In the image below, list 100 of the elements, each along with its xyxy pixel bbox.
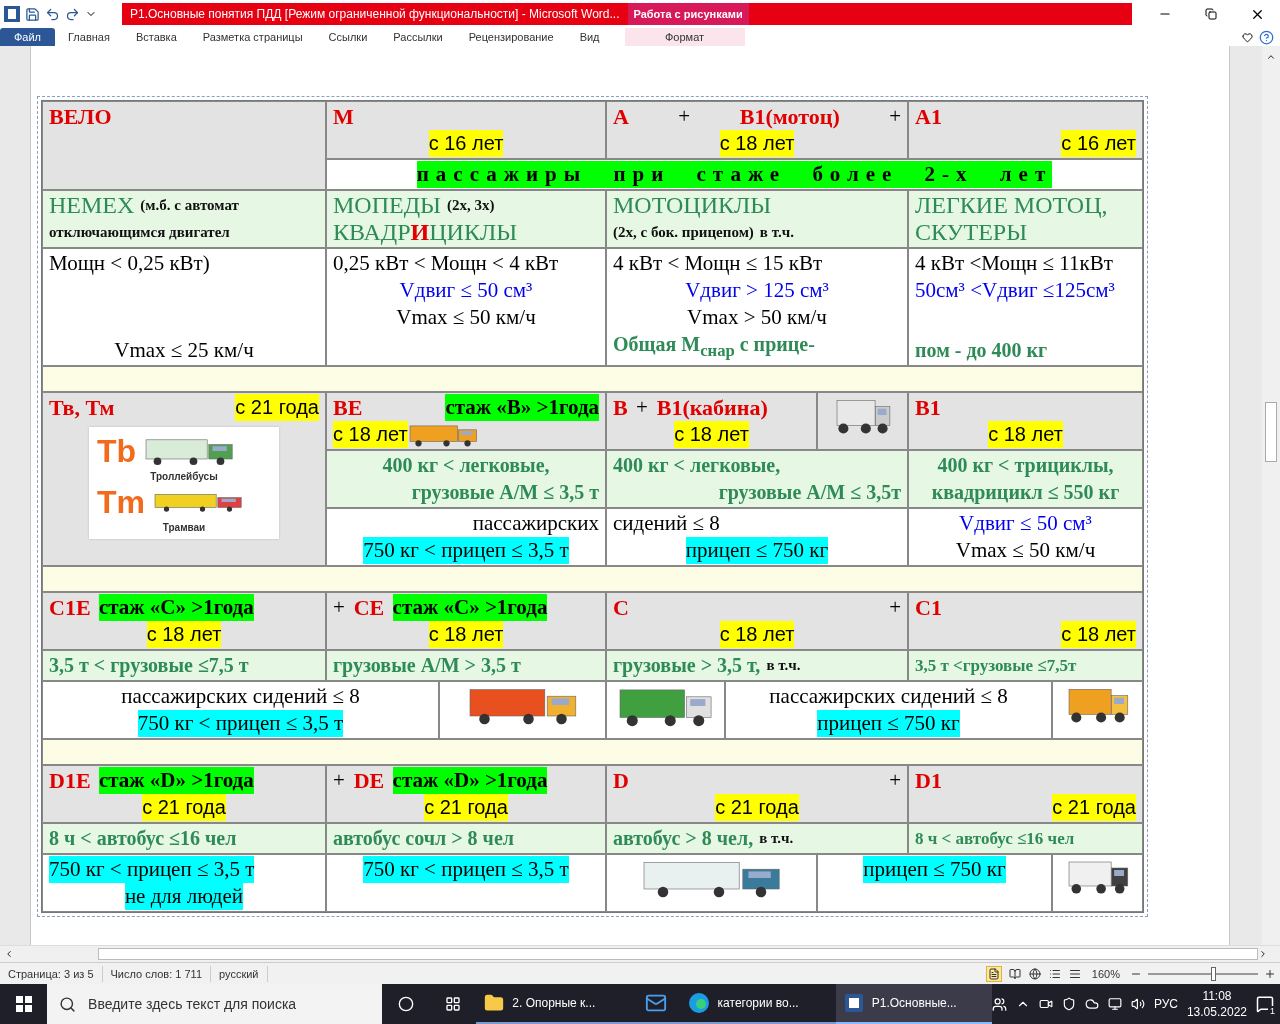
mail-icon — [645, 992, 667, 1014]
age-label: с 18 лет — [428, 621, 504, 648]
ribbon-tab[interactable]: Главная — [55, 28, 123, 46]
folder-icon — [484, 993, 505, 1013]
age-label: с 18 лет — [1061, 621, 1136, 648]
task-view-icon[interactable] — [444, 996, 461, 1012]
vehicle-class: 400 кг < легковые, — [613, 453, 781, 478]
vehicle-category: НЕМЕХ — [49, 192, 135, 219]
browser-icon — [687, 992, 710, 1014]
help-icon[interactable] — [1259, 29, 1274, 45]
age-label: с 21 года — [1052, 794, 1136, 821]
note-text: (2х, с бок. прицепом) — [613, 223, 754, 242]
category-label: В — [613, 394, 628, 421]
scroll-left-icon[interactable] — [4, 949, 14, 959]
ribbon-tab[interactable]: Вставка — [122, 28, 190, 46]
clock-date: 13.05.2022 — [1186, 1004, 1247, 1020]
ribbon-tab[interactable]: Вид — [566, 28, 613, 46]
ribbon-tab[interactable]: Разметка страницы — [189, 28, 316, 46]
spec-text: 4 кВт < Мощн ≤ 15 кВт — [613, 250, 823, 277]
ribbon-tab[interactable]: Ссылки — [315, 28, 381, 46]
ribbon-tab[interactable]: Рассылки — [380, 28, 456, 46]
category-label: С — [613, 594, 629, 621]
start-icon[interactable] — [15, 996, 32, 1012]
undo-icon[interactable] — [45, 6, 60, 22]
age-label: с 18 лет — [719, 130, 795, 157]
search-placeholder: Введите здесь текст для поиска — [88, 996, 297, 1012]
category-label: В1(мотоц) — [739, 103, 840, 130]
sign-letters: Tb — [97, 433, 137, 469]
page-count: Страница: 3 из 5 — [0, 965, 103, 982]
cloud-icon[interactable] — [1084, 997, 1099, 1011]
spec-text: сидений ≤ 8 — [613, 510, 720, 537]
ribbon-tab[interactable]: Формат — [624, 28, 745, 46]
vehicle-class: автобус сочл > 8 чел — [333, 826, 514, 852]
experience-label: стаж «С» >1года — [98, 594, 254, 621]
age-label: с 18 лет — [146, 621, 222, 648]
age-label: с 18 лет — [674, 421, 749, 448]
category-label: D — [613, 767, 629, 794]
category-label: А — [613, 103, 629, 130]
people-icon[interactable] — [991, 996, 1007, 1012]
taskbar-search-field[interactable]: Введите здесь текст для поиска — [47, 984, 383, 1024]
save-icon[interactable] — [25, 6, 40, 22]
vehicle-class: грузовые А/М > 3,5 т — [333, 653, 521, 679]
engine-volume: Vдвиг > 125 см³ — [685, 277, 829, 304]
age-label: с 21 года — [235, 394, 319, 421]
age-label: с 18 лет — [333, 421, 408, 448]
scroll-thumb[interactable] — [98, 948, 1258, 960]
spec-text: 0,25 кВт < Мощн < 4 кВт — [333, 250, 559, 277]
cortana-icon[interactable] — [397, 996, 414, 1012]
restore-icon[interactable] — [1205, 8, 1217, 20]
spec-text: + — [636, 394, 648, 421]
redo-icon[interactable] — [65, 6, 80, 22]
input-language[interactable]: РУС — [1153, 997, 1178, 1011]
notifications-icon[interactable] — [1256, 995, 1274, 1013]
reading-view-icon[interactable] — [1007, 966, 1022, 981]
vehicle-class: грузовые > 3,5 т, — [613, 653, 761, 679]
category-label: ВЕ — [333, 394, 363, 421]
zoom-percent: 160% — [1090, 967, 1121, 980]
notification-count[interactable]: 1 — [1268, 1006, 1277, 1016]
network-icon[interactable] — [1107, 997, 1122, 1011]
taskbar-app[interactable]: категории во... — [679, 984, 836, 1024]
age-label: с 16 лет — [428, 130, 504, 157]
vehicle-category: СКУТЕРЫ — [915, 219, 1028, 246]
trailer-limit: прицеп ≤ 750 кг — [685, 537, 829, 564]
ribbon-tab[interactable]: Рецензирование — [455, 28, 567, 46]
scroll-right-icon[interactable] — [1258, 949, 1268, 959]
shield-icon[interactable] — [1061, 997, 1076, 1011]
scroll-up-icon[interactable] — [1266, 52, 1276, 62]
taskbar-app[interactable]: 2. Опорные к... — [476, 984, 633, 1024]
web-layout-icon[interactable] — [1027, 966, 1042, 981]
category-label: СЕ — [353, 594, 385, 621]
trailer-limit: прицеп ≤ 750 кг — [863, 856, 1006, 883]
vehicle-class: Общая М$_{снар}$ с прице- — [613, 332, 815, 362]
vehicle-class: 400 кг < трициклы, — [937, 453, 1114, 479]
ribbon-tab[interactable]: Файл — [0, 28, 55, 46]
vehicle-class: автобус > 8 чел, — [613, 826, 754, 852]
highlighted-letter: И — [410, 219, 430, 246]
spec-text: 4 кВт <Мощн ≤ 11кВт — [915, 250, 1113, 277]
vehicle-category: МОПЕДЫ — [333, 192, 441, 219]
scroll-thumb[interactable] — [1265, 402, 1277, 462]
note-text: (2х, 3х) — [446, 196, 495, 215]
print-layout-icon[interactable] — [985, 965, 1002, 982]
clock-time: 11:08 — [1202, 988, 1232, 1004]
taskbar-app[interactable]: Р1.Основные... — [835, 984, 992, 1024]
spec-text: Vmax > 50 км/ч — [687, 304, 827, 331]
age-label: с 18 лет — [719, 621, 795, 648]
category-label: С1Е — [49, 594, 91, 621]
category-label: М — [333, 103, 354, 130]
heart-icon[interactable] — [1242, 31, 1253, 43]
spec-text: пассажирских — [472, 510, 599, 537]
sign-caption: Трамваи — [162, 522, 206, 533]
spec-text: Vmax ≤ 50 км/ч — [396, 304, 536, 331]
category-label: В1 — [915, 394, 941, 421]
document-app-icon — [843, 993, 864, 1013]
volume-icon[interactable] — [1130, 997, 1145, 1011]
age-label: с 18 лет — [988, 421, 1063, 448]
vehicle-class: грузовые А/М ≤ 3,5т — [718, 480, 901, 506]
zoom-thumb[interactable] — [1211, 966, 1216, 981]
camera-icon[interactable] — [1038, 997, 1053, 1011]
zoom-in-icon[interactable] — [1264, 967, 1276, 980]
trailer-limit: 750 кг < прицеп ≤ 3,5 т — [363, 537, 569, 564]
